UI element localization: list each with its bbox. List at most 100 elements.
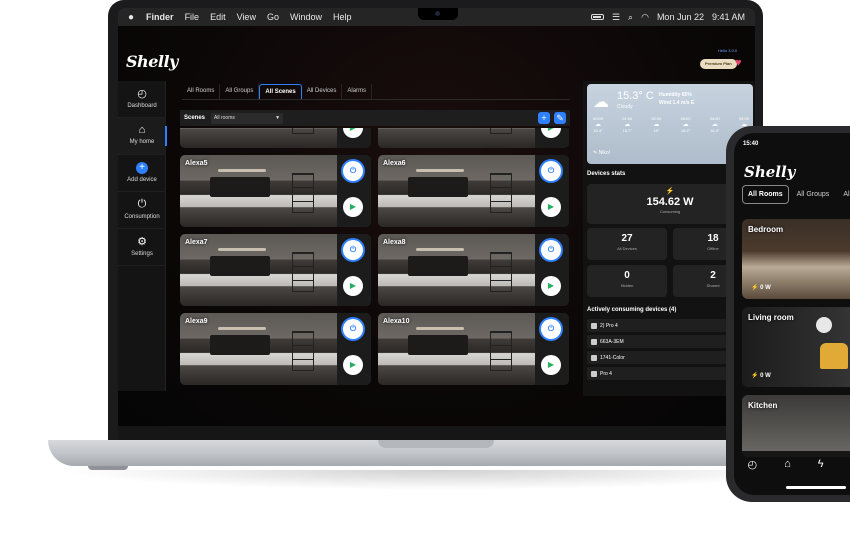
- scenes-grid: ⏻ ▶ ⏻ ▶ ⏻ ▶: [180, 128, 570, 394]
- scene-image: [378, 128, 535, 148]
- menu-edit[interactable]: Edit: [210, 12, 226, 22]
- heart-icon[interactable]: ♥: [735, 57, 742, 69]
- tab-all-devices[interactable]: All Devices: [302, 84, 343, 99]
- phone-tab-all-groups[interactable]: All Groups: [791, 185, 836, 204]
- laptop-base-notch: [378, 440, 494, 448]
- premium-badge[interactable]: Premium Plan: [700, 59, 737, 69]
- play-icon[interactable]: ▶: [541, 197, 561, 217]
- home-indicator: [786, 486, 846, 489]
- sidebar-item-label: Add device: [127, 177, 157, 183]
- plug-icon: ⏻: [137, 198, 147, 210]
- menu-help[interactable]: Help: [333, 12, 352, 22]
- play-icon[interactable]: ▶: [541, 276, 561, 296]
- menu-view[interactable]: View: [237, 12, 256, 22]
- sidebar: ◴ Dashboard ⌂ My home + Add device ⏻ Con…: [118, 81, 167, 391]
- devices-stats-title: Devices stats: [587, 171, 626, 177]
- shelly-desktop-app: Shelly Hello 3.0.0 Premium Plan ♥ ◴ Dash…: [118, 26, 755, 428]
- play-icon[interactable]: ▶: [343, 276, 363, 296]
- all-devices-stat[interactable]: 27 All Devices: [587, 228, 667, 260]
- scene-name: Alexa10: [383, 318, 410, 325]
- device-icon: [591, 338, 597, 345]
- apple-icon[interactable]: ●: [128, 12, 134, 23]
- marketing-scene: ● Finder File Edit View Go Window Help ☰…: [0, 0, 850, 550]
- laptop-bezel: [118, 426, 755, 440]
- tab-all-rooms[interactable]: All Rooms: [182, 84, 221, 99]
- sidebar-item-dashboard[interactable]: ◴ Dashboard: [118, 81, 166, 118]
- forecast-hour: 01:00 ☁ 15.7°: [622, 116, 633, 133]
- weather-forecast: 00:00 ☁ 15.4° 01:00 ☁ 15.7° 02:00 ☁ 16° 03:00 ☁…: [593, 116, 749, 134]
- phone-tab-all-rooms[interactable]: All Rooms: [742, 185, 789, 204]
- laptop-screen: ● Finder File Edit View Go Window Help ☰…: [118, 8, 755, 428]
- sidebar-item-consumption[interactable]: ⏻ Consumption: [118, 192, 166, 229]
- menubar-date[interactable]: Mon Jun 22: [657, 12, 704, 22]
- user-greeting: Hello 3.0.0: [718, 48, 738, 53]
- play-icon[interactable]: ▶: [343, 128, 363, 138]
- power-icon[interactable]: ⏻: [541, 319, 561, 339]
- room-card-kitchen[interactable]: Kitchen: [742, 395, 850, 457]
- scene-card[interactable]: ⏻ ▶ Alexa5: [180, 155, 371, 227]
- laptop-shadow: [60, 470, 820, 490]
- scene-card[interactable]: ⏻ ▶: [378, 128, 569, 148]
- room-name: Living room: [748, 313, 794, 322]
- menu-window[interactable]: Window: [290, 12, 322, 22]
- room-select-value: All rooms: [214, 115, 235, 121]
- forecast-hour: 04:00 ☁ 16.3°: [709, 116, 720, 133]
- phone-screen: 15:40 Shelly All Rooms All Groups All Be…: [734, 133, 850, 495]
- play-icon[interactable]: ▶: [343, 355, 363, 375]
- weather-wind: Wind 1.4 m/s E: [659, 100, 695, 106]
- scene-name: Alexa9: [185, 318, 208, 325]
- power-icon[interactable]: ⏻: [343, 240, 363, 260]
- weather-condition: Cloudy: [617, 104, 633, 110]
- power-icon[interactable]: ⏻: [343, 319, 363, 339]
- add-scene-button[interactable]: +: [538, 112, 550, 124]
- hidden-stat[interactable]: 0 Hidden: [587, 265, 667, 297]
- scene-name: Alexa8: [383, 239, 406, 246]
- phone-tab-all[interactable]: All: [837, 185, 850, 204]
- sidebar-item-label: Dashboard: [127, 103, 157, 109]
- battery-icon[interactable]: [590, 14, 604, 20]
- play-icon[interactable]: ▶: [541, 128, 561, 138]
- gear-icon: ⚙: [137, 236, 147, 248]
- menubar-status: ☰ ⌕ ◠ Mon Jun 22 9:41 AM: [590, 12, 745, 23]
- wifi-icon[interactable]: ◠: [641, 12, 649, 23]
- scene-name: Alexa7: [185, 239, 208, 246]
- power-icon[interactable]: ⏻: [541, 161, 561, 181]
- power-icon[interactable]: ⏻: [541, 240, 561, 260]
- power-icon[interactable]: ⏻: [343, 161, 363, 181]
- tab-all-groups[interactable]: All Groups: [220, 84, 260, 99]
- scenes-header: Scenes All rooms ▼ + ✎: [180, 110, 570, 126]
- search-icon[interactable]: ⌕: [628, 12, 633, 23]
- phone-bottom-nav: ◴ ⌂ ϟ ⚙: [734, 451, 850, 477]
- sidebar-item-add-device[interactable]: + Add device: [118, 155, 166, 192]
- control-center-icon[interactable]: ☰: [612, 12, 620, 23]
- sidebar-item-my-home[interactable]: ⌂ My home: [118, 118, 167, 155]
- menu-go[interactable]: Go: [267, 12, 279, 22]
- sidebar-item-settings[interactable]: ⚙ Settings: [118, 229, 166, 266]
- edit-scenes-button[interactable]: ✎: [554, 112, 566, 124]
- phone-tabs: All Rooms All Groups All: [742, 185, 850, 204]
- room-card-bedroom[interactable]: Bedroom ⚡ 0 W: [742, 219, 850, 299]
- room-select[interactable]: All rooms ▼: [211, 112, 284, 124]
- scene-card[interactable]: ⏻ ▶ Alexa9: [180, 313, 371, 385]
- room-name: Bedroom: [748, 225, 784, 234]
- play-icon[interactable]: ▶: [541, 355, 561, 375]
- menu-finder[interactable]: Finder: [146, 12, 174, 22]
- tab-all-scenes[interactable]: All Scenes: [259, 84, 302, 99]
- weather-user[interactable]: ✎ Nikol: [593, 150, 610, 156]
- room-card-living-room[interactable]: Living room ⚡ 0 W: [742, 307, 850, 387]
- scene-card[interactable]: ⏻ ▶ Alexa8: [378, 234, 569, 306]
- menubar-time[interactable]: 9:41 AM: [712, 12, 745, 22]
- tab-alarms[interactable]: Alarms: [342, 84, 373, 99]
- scene-card[interactable]: ⏻ ▶ Alexa10: [378, 313, 569, 385]
- camera-notch: [418, 8, 458, 20]
- scene-card[interactable]: ⏻ ▶ Alexa6: [378, 155, 569, 227]
- scene-card[interactable]: ⏻ ▶ Alexa7: [180, 234, 371, 306]
- home-icon[interactable]: ⌂: [784, 458, 791, 470]
- dashboard-icon[interactable]: ◴: [748, 458, 758, 471]
- bolt-icon[interactable]: ϟ: [818, 458, 824, 470]
- menu-file[interactable]: File: [185, 12, 200, 22]
- scene-card[interactable]: ⏻ ▶: [180, 128, 371, 148]
- play-icon[interactable]: ▶: [343, 197, 363, 217]
- sidebar-item-label: My home: [129, 139, 155, 145]
- dashboard-icon: ◴: [137, 88, 147, 100]
